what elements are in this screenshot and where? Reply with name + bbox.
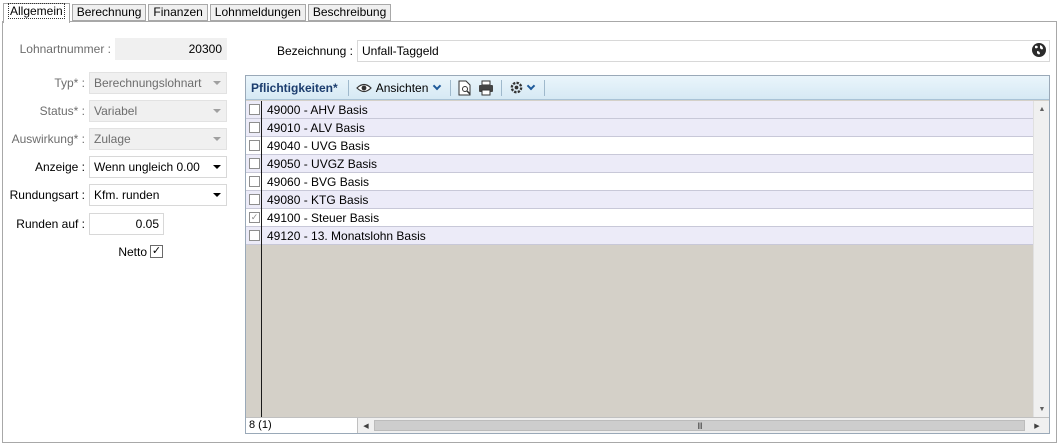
bezeichnung-field[interactable]: Unfall-Taggeld bbox=[357, 40, 1050, 62]
table-row[interactable]: 49120 - 13. Monatslohn Basis bbox=[246, 227, 1049, 245]
netto-checkbox[interactable]: ✓ bbox=[150, 245, 163, 258]
grid-title: Pflichtigkeiten* bbox=[251, 80, 338, 95]
row-checkbox[interactable] bbox=[249, 176, 260, 187]
scroll-thumb[interactable]: III bbox=[374, 420, 1025, 431]
status-label: Status* : bbox=[39, 104, 85, 118]
row-checkbox[interactable] bbox=[249, 122, 260, 133]
grid-footer: 8 (1) ◀ III ▶ bbox=[246, 417, 1049, 433]
runden-auf-label: Runden auf : bbox=[16, 217, 85, 231]
tab-bar: Allgemein Berechnung Finanzen Lohnmeldun… bbox=[3, 3, 393, 23]
table-row[interactable]: 49060 - BVG Basis bbox=[246, 173, 1049, 191]
gear-icon bbox=[511, 81, 523, 94]
auswirkung-select[interactable]: Zulage bbox=[89, 128, 227, 150]
tab-beschreibung[interactable]: Beschreibung bbox=[307, 4, 392, 21]
table-row[interactable]: 49010 - ALV Basis bbox=[246, 119, 1049, 137]
tab-finanzen[interactable]: Finanzen bbox=[148, 4, 208, 21]
row-checkbox[interactable] bbox=[249, 158, 260, 169]
table-row[interactable]: ✓ 49100 - Steuer Basis bbox=[246, 209, 1049, 227]
row-checkbox[interactable] bbox=[249, 104, 260, 115]
print-button[interactable] bbox=[475, 78, 497, 98]
grid-rows: 49000 - AHV Basis 49010 - ALV Basis 4904… bbox=[246, 101, 1049, 245]
lohnartnummer-field: 20300 bbox=[115, 38, 227, 60]
status-select[interactable]: Variabel bbox=[89, 100, 227, 122]
chevron-down-icon bbox=[433, 81, 442, 91]
row-checkbox[interactable] bbox=[249, 140, 260, 151]
printer-icon bbox=[479, 80, 494, 95]
typ-select[interactable]: Berechnungslohnart bbox=[89, 72, 227, 94]
tab-berechnung[interactable]: Berechnung bbox=[71, 4, 147, 21]
settings-button[interactable] bbox=[506, 78, 540, 98]
table-row[interactable]: 49080 - KTG Basis bbox=[246, 191, 1049, 209]
rundungsart-select[interactable]: Kfm. runden bbox=[89, 184, 227, 206]
checkmark-icon: ✓ bbox=[151, 245, 162, 257]
anzeige-label: Anzeige : bbox=[34, 160, 85, 174]
print-preview-button[interactable] bbox=[455, 78, 475, 98]
column-divider bbox=[261, 101, 262, 417]
print-preview-icon bbox=[458, 80, 471, 95]
scroll-right-arrow-icon[interactable]: ▶ bbox=[1029, 418, 1045, 433]
table-row[interactable]: 49000 - AHV Basis bbox=[246, 101, 1049, 119]
ansichten-button[interactable]: Ansichten bbox=[353, 78, 447, 98]
scroll-down-arrow-icon[interactable]: ▼ bbox=[1034, 401, 1050, 417]
scroll-up-arrow-icon[interactable]: ▲ bbox=[1034, 101, 1050, 117]
horizontal-scrollbar[interactable]: ◀ III ▶ bbox=[358, 418, 1049, 433]
row-checkbox[interactable]: ✓ bbox=[249, 212, 260, 223]
table-row[interactable]: 49050 - UVGZ Basis bbox=[246, 155, 1049, 173]
scroll-left-arrow-icon[interactable]: ◀ bbox=[358, 418, 374, 433]
chevron-down-icon bbox=[208, 185, 226, 205]
eye-icon bbox=[355, 83, 372, 92]
tab-lohnmeldungen[interactable]: Lohnmeldungen bbox=[209, 4, 306, 21]
netto-label: Netto bbox=[118, 245, 147, 259]
pflichtigkeiten-grid: Pflichtigkeiten* Ansichten 49000 - AHV B… bbox=[245, 75, 1050, 434]
runden-auf-field[interactable]: 0.05 bbox=[89, 213, 164, 235]
vertical-scrollbar[interactable]: ▲ ▼ bbox=[1033, 101, 1049, 417]
rundungsart-label: Rundungsart : bbox=[9, 188, 85, 202]
row-checkbox[interactable] bbox=[249, 194, 260, 205]
typ-label: Typ* : bbox=[54, 76, 85, 90]
tab-page-allgemein: Lohnartnummer : 20300 Typ* : Berechnungs… bbox=[2, 21, 1057, 443]
row-checkbox[interactable] bbox=[249, 230, 260, 241]
record-count: 8 (1) bbox=[246, 418, 358, 433]
chevron-down-icon bbox=[208, 129, 226, 149]
globe-icon[interactable] bbox=[1031, 42, 1047, 58]
grid-toolbar: Pflichtigkeiten* Ansichten bbox=[246, 76, 1049, 100]
chevron-down-icon bbox=[208, 101, 226, 121]
chevron-down-icon bbox=[208, 73, 226, 93]
tab-allgemein[interactable]: Allgemein bbox=[3, 3, 70, 23]
lohnartnummer-label: Lohnartnummer : bbox=[19, 42, 111, 56]
table-row[interactable]: 49040 - UVG Basis bbox=[246, 137, 1049, 155]
anzeige-select[interactable]: Wenn ungleich 0.00 bbox=[89, 156, 227, 178]
bezeichnung-label: Bezeichnung : bbox=[276, 44, 353, 58]
chevron-down-icon bbox=[208, 157, 226, 177]
auswirkung-label: Auswirkung* : bbox=[11, 132, 85, 146]
chevron-down-icon bbox=[527, 81, 536, 91]
